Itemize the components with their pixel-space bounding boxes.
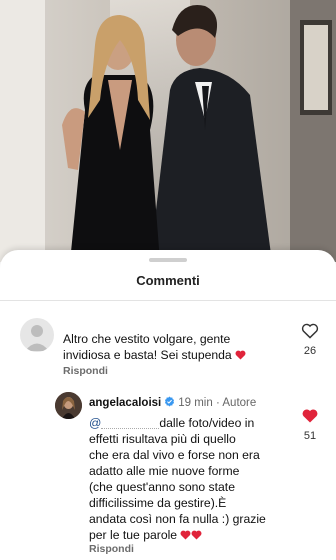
reply-text-content: dalle foto/video in effetti risultava pi… (89, 416, 266, 542)
sheet-divider (0, 300, 336, 301)
like-count: 26 (303, 345, 317, 357)
heart-outline-icon[interactable] (301, 323, 319, 339)
author-avatar[interactable] (55, 392, 82, 419)
comment-text-content: Altro che vestito volgare, gente invidio… (63, 332, 232, 362)
reply-button[interactable]: Rispondi (63, 365, 108, 377)
reply-button[interactable]: Rispondi (89, 543, 134, 555)
mention-link[interactable]: @ (89, 416, 101, 430)
red-heart-emoji-icon (235, 350, 246, 360)
comment-text: Altro che vestito volgare, gente invidio… (63, 331, 303, 363)
comment-time: 19 min (178, 397, 213, 409)
sheet-drag-handle[interactable] (149, 258, 187, 262)
verified-badge-icon (165, 396, 175, 407)
comments-sheet: Commenti Altro che vestito volgare, gent… (0, 250, 336, 560)
like-count: 51 (303, 430, 317, 442)
sheet-title: Commenti (136, 273, 200, 288)
heart-filled-icon[interactable] (301, 408, 319, 424)
red-heart-emoji-icon (181, 530, 191, 540)
red-heart-emoji-icon (192, 530, 202, 540)
couple-photo-illustration (0, 0, 336, 262)
author-username[interactable]: angelacaloisi (89, 397, 161, 409)
commenter-avatar[interactable] (20, 318, 54, 352)
redacted-username (101, 418, 160, 430)
reply-text: @ dalle foto/video in effetti risultava p… (89, 415, 304, 543)
reply-header: angelacaloisi 19 min · Autore (89, 396, 256, 409)
author-tag: Autore (222, 397, 257, 409)
meta-separator: · (215, 397, 220, 409)
post-photo (0, 0, 336, 262)
